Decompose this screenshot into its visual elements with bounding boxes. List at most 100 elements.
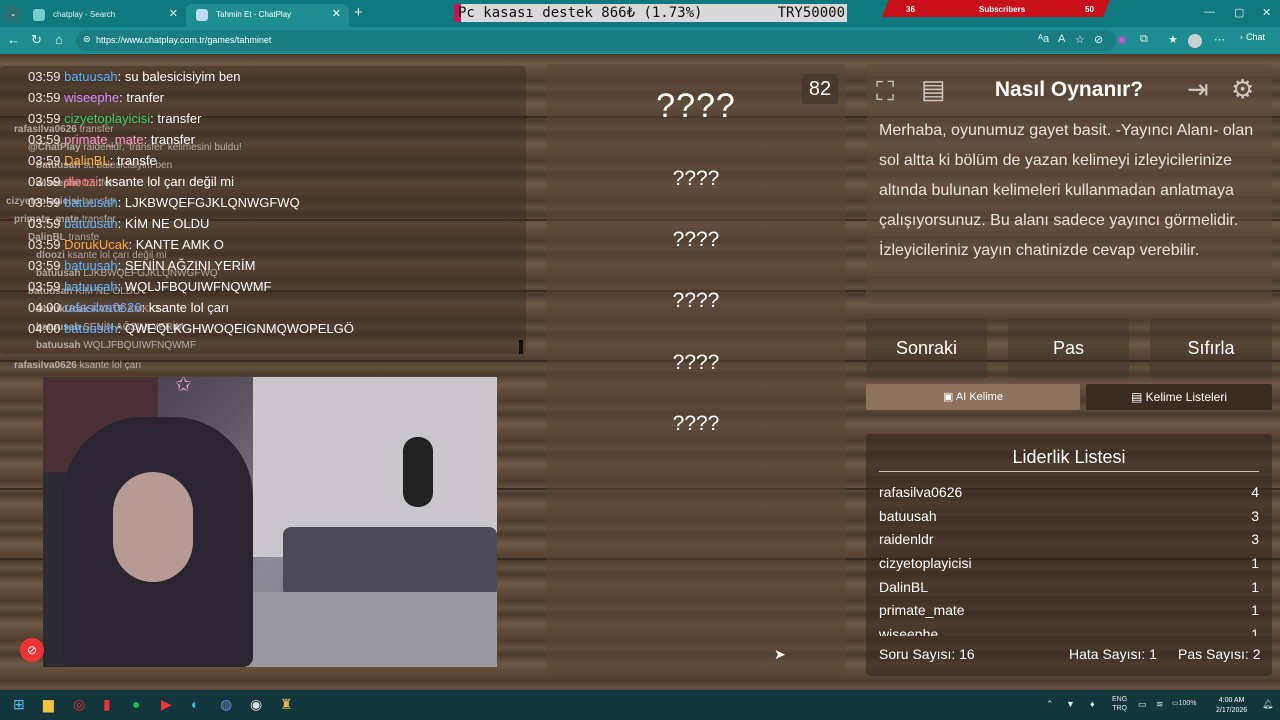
browser-nav-bar: ← ↻ ⌂ ⊜ https://www.chatplay.com.tr/game… <box>0 27 1280 54</box>
word-slot: ???? <box>672 289 720 312</box>
chat-username[interactable]: wiseephe <box>64 90 119 105</box>
display-icon[interactable]: ▭ <box>1138 699 1147 710</box>
file-explorer-icon[interactable]: ▆ <box>43 696 54 713</box>
chat-message: 03:59 batuusah: SENİN AĞZINI YERİM <box>28 258 256 273</box>
language-indicator[interactable]: ENG TRQ <box>1112 695 1127 713</box>
app-icon[interactable]: ♜ <box>280 696 293 713</box>
settings-gear-icon[interactable]: ⚙ <box>1231 74 1254 105</box>
discord-icon[interactable]: ◍ <box>220 696 232 713</box>
browser-tab-bar: ⌄ chatplay - Search ✕ Tahmin Et - ChatPl… <box>0 0 1280 27</box>
split-screen-icon[interactable]: ⧉ <box>1140 33 1148 46</box>
copilot-chat-button[interactable]: ◑ Chat <box>1238 32 1265 42</box>
overlay-chat-text: ksante lol çarı <box>79 360 142 371</box>
favorites-bar-icon[interactable]: ★ <box>1168 33 1178 46</box>
profile-avatar[interactable] <box>1188 34 1202 48</box>
ai-word-button[interactable]: ▣ AI Kelime <box>866 384 1080 410</box>
obs-icon[interactable]: ◉ <box>250 696 262 713</box>
pass-button[interactable]: Pas <box>1008 318 1129 378</box>
translate-icon[interactable]: ᴬa <box>1038 33 1049 45</box>
chat-message: 03:59 batuusah: WQLJFBQUIWFNQWMF <box>28 279 272 294</box>
notification-icon[interactable]: 🔔︎ <box>1262 699 1273 710</box>
maximize-icon[interactable]: ▢ <box>1234 6 1244 19</box>
chat-username[interactable]: batuusah <box>64 69 118 84</box>
app-icon[interactable]: ▮ <box>103 696 111 713</box>
close-window-icon[interactable]: ✕ <box>1262 6 1271 19</box>
player-name: DalinBL <box>879 578 929 595</box>
reset-button[interactable]: Sıfırla <box>1150 318 1272 378</box>
start-icon[interactable]: ⊞ <box>13 696 25 713</box>
player-score: 1 <box>1251 626 1259 636</box>
youtube-icon[interactable]: ▶ <box>161 696 172 713</box>
donation-amount: 866₺ (1.73%) <box>601 5 703 21</box>
chat-username[interactable]: batuusah <box>64 279 118 294</box>
site-info-icon[interactable]: ⊜ <box>83 34 91 45</box>
chat-time: 03:59 <box>28 174 61 189</box>
chat-username[interactable]: DalinBL <box>64 153 110 168</box>
next-button[interactable]: Sonraki <box>866 318 987 378</box>
wifi-icon[interactable]: ≋ <box>1156 699 1164 710</box>
chat-username[interactable]: batuusah <box>64 195 118 210</box>
logout-icon[interactable]: ⇥ <box>1187 74 1209 105</box>
tray-chevron-icon[interactable]: ⌃ <box>1046 699 1054 710</box>
chat-scrollbar[interactable] <box>519 340 523 354</box>
close-tab-icon[interactable]: ✕ <box>169 7 178 20</box>
tray-mic-icon[interactable]: ♦ <box>1090 699 1095 709</box>
new-tab-icon[interactable]: + <box>354 4 363 21</box>
chat-text: tranfer <box>126 90 164 105</box>
battery-indicator[interactable]: ▭100% <box>1172 699 1197 707</box>
overlay-chat-username: batuusah <box>36 340 81 351</box>
main-word: ???? <box>656 87 736 125</box>
chat-time: 03:59 <box>28 258 61 273</box>
notes-icon[interactable]: ▤ <box>921 74 946 105</box>
read-aloud-icon[interactable]: A <box>1058 33 1065 45</box>
tray-app-icon[interactable]: ▼ <box>1066 699 1075 709</box>
tab-search[interactable]: chatplay - Search ✕ <box>23 4 186 27</box>
fullscreen-icon[interactable]: ⛶ <box>876 76 894 108</box>
chat-message: 03:59 batuusah: KİM NE OLDU <box>28 216 210 231</box>
chat-time: 03:59 <box>28 153 61 168</box>
battery-label: 100% <box>1178 700 1197 707</box>
word-lists-button[interactable]: ▤ Kelime Listeleri <box>1086 384 1272 410</box>
mute-icon[interactable]: ⊘ <box>1094 33 1103 46</box>
menu-icon[interactable]: ⋯ <box>1214 33 1225 46</box>
chat-text: KİM NE OLDU <box>124 216 210 231</box>
chat-username[interactable]: batuusah <box>64 216 118 231</box>
leaderboard-row: batuusah 3 <box>879 504 1259 528</box>
search-tab-favicon-icon <box>33 9 45 21</box>
chat-time: 03:59 <box>28 237 61 252</box>
chat-username[interactable]: DorukUcak <box>64 237 128 252</box>
date-label: 2/17/2026 <box>1216 707 1248 714</box>
edge-icon[interactable]: ◐ <box>191 696 199 712</box>
tab-chatplay[interactable]: Tahmin Et - ChatPlay ✕ <box>186 4 349 27</box>
minimize-icon[interactable]: — <box>1204 6 1215 18</box>
chat-username[interactable]: rafasilva0626 <box>64 300 141 315</box>
address-bar[interactable]: ⊜ https://www.chatplay.com.tr/games/tahm… <box>76 30 1116 51</box>
clock[interactable]: 4:00 AM 2/17/2026 <box>1216 696 1247 716</box>
chat-username[interactable]: batuusah <box>64 321 118 336</box>
close-tab-icon[interactable]: ✕ <box>332 7 341 20</box>
chat-time: 03:59 <box>28 111 61 126</box>
chat-username[interactable]: dloozi <box>64 174 98 189</box>
lang-label: ENG <box>1112 696 1128 703</box>
chat-time: 03:59 <box>28 195 61 210</box>
back-icon[interactable]: ← <box>7 32 20 47</box>
mouse-cursor: ➤ <box>774 646 786 662</box>
chat-username[interactable]: batuusah <box>64 258 118 273</box>
chat-username[interactable]: primate_mate <box>64 132 143 147</box>
spotify-icon[interactable]: ● <box>132 696 140 712</box>
leaderboard-list[interactable]: rafasilva0626 4 batuusah 3 raidenldr 3 cizyeto… <box>879 480 1259 636</box>
tab-actions-icon[interactable]: ⌄ <box>5 6 21 22</box>
chat-username[interactable]: cizyetoplayicisi <box>64 111 150 126</box>
overlay-chat-username: rafasilva0626 <box>14 360 77 371</box>
recording-icon: ⊘ <box>20 638 44 662</box>
player-score: 3 <box>1251 531 1259 548</box>
opera-icon[interactable]: ◎ <box>73 696 85 713</box>
refresh-icon[interactable]: ↻ <box>31 32 42 48</box>
home-icon[interactable]: ⌂ <box>55 32 63 47</box>
extension-icon[interactable]: ◉ <box>1117 33 1127 46</box>
player-score: 1 <box>1251 555 1259 572</box>
donation-label: Pc kasası destek <box>458 5 593 21</box>
subscriber-goal-bar: 36 Subscribers 50 <box>882 0 1110 17</box>
favorite-icon[interactable]: ☆ <box>1075 33 1085 46</box>
guitar <box>403 437 433 507</box>
